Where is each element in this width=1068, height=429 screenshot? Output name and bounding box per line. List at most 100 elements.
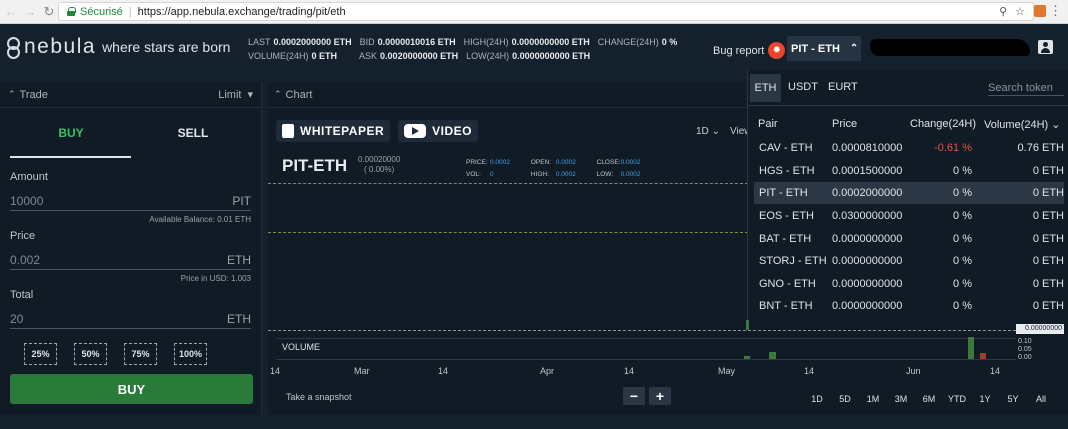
- col-header-volume[interactable]: Volume(24H) ⌄: [984, 118, 1060, 131]
- pair-selector[interactable]: PIT - ETH ⌃: [787, 36, 861, 61]
- price-value[interactable]: 0.002: [10, 253, 40, 267]
- pair-name: HGS - ETH: [759, 165, 815, 177]
- volume-tick: 0.10: [1018, 338, 1032, 345]
- search-token-input[interactable]: Search token: [988, 82, 1064, 96]
- back-icon[interactable]: ←: [3, 4, 19, 19]
- pair-change: 0 %: [953, 300, 972, 312]
- video-button[interactable]: VIDEO: [398, 120, 478, 142]
- chevron-down-icon: ⌄: [1051, 119, 1061, 131]
- bug-report-label: Bug report: [713, 44, 765, 57]
- pair-row[interactable]: STORJ - ETH 0.0000000000 0 % 0 ETH: [754, 250, 1064, 272]
- star-icon[interactable]: ☆: [1015, 5, 1025, 18]
- percent-25-button[interactable]: 25%: [24, 343, 57, 365]
- bug-report-button[interactable]: Bug report ✹: [713, 42, 786, 59]
- pair-row[interactable]: GNO - ETH 0.0000000000 0 % 0 ETH: [754, 273, 1064, 295]
- pair-price: 0.0000000000: [832, 233, 903, 245]
- browser-toolbar: ← → ↻ Sécurisé | https://app.nebula.exch…: [0, 0, 1068, 24]
- forward-icon[interactable]: →: [22, 4, 38, 19]
- percent-100-button[interactable]: 100%: [174, 343, 207, 365]
- interval-select[interactable]: 1D ⌄: [696, 126, 720, 137]
- pair-change: 0 %: [953, 233, 972, 245]
- tab-eurt[interactable]: EURT: [828, 81, 858, 93]
- address-bar[interactable]: Sécurisé | https://app.nebula.exchange/t…: [58, 2, 1034, 21]
- amount-label: Amount: [10, 171, 48, 183]
- whitepaper-button[interactable]: WHITEPAPER: [276, 120, 391, 142]
- zoom-out-button[interactable]: −: [623, 387, 645, 405]
- ohlc-low-label: LOW:: [596, 171, 614, 178]
- x-tick: 14: [804, 366, 815, 376]
- ohlc-open-label: OPEN:: [530, 159, 552, 166]
- logo-icon: [6, 37, 20, 59]
- menu-icon[interactable]: ⋮: [1049, 3, 1062, 19]
- range-3m-button[interactable]: 3M: [887, 394, 915, 404]
- brand-name: nebula: [24, 35, 97, 58]
- range-5y-button[interactable]: 5Y: [999, 394, 1027, 404]
- pair-row[interactable]: EOS - ETH 0.0300000000 0 % 0 ETH: [754, 205, 1064, 227]
- tab-usdt[interactable]: USDT: [788, 81, 818, 93]
- extension-icon[interactable]: [1034, 5, 1046, 17]
- tab-eth[interactable]: ETH: [750, 74, 781, 102]
- range-all-button[interactable]: All: [1027, 394, 1055, 404]
- quote-tabs: ETH USDT EURT Search token: [748, 70, 1068, 106]
- pair-row[interactable]: BNT - ETH 0.0000000000 0 % 0 ETH: [754, 295, 1064, 317]
- tab-sell[interactable]: SELL: [132, 126, 254, 140]
- buy-sell-tabs: BUY SELL: [0, 108, 261, 158]
- pair-row-selected[interactable]: PIT - ETH 0.0002000000 0 % 0 ETH: [754, 182, 1064, 204]
- pair-price: 0.0000810000: [832, 142, 903, 154]
- range-1d-button[interactable]: 1D: [803, 394, 831, 404]
- total-label: Total: [10, 289, 34, 301]
- range-1y-button[interactable]: 1Y: [971, 394, 999, 404]
- x-tick: Mar: [354, 366, 370, 376]
- pair-change: 0 %: [953, 278, 972, 290]
- pair-row[interactable]: BAT - ETH 0.0000000000 0 % 0 ETH: [754, 228, 1064, 250]
- range-6m-button[interactable]: 6M: [915, 394, 943, 404]
- range-1m-button[interactable]: 1M: [859, 394, 887, 404]
- user-icon[interactable]: [1038, 40, 1053, 54]
- price-field[interactable]: 0.002 ETH: [10, 250, 251, 270]
- x-tick: 14: [270, 366, 281, 376]
- pair-volume: 0 ETH: [1032, 300, 1064, 312]
- pair-volume: 0 ETH: [1032, 278, 1064, 290]
- chevron-up-icon[interactable]: ⌃: [274, 89, 282, 100]
- pair-row[interactable]: HGS - ETH 0.0001500000 0 % 0 ETH: [754, 160, 1064, 182]
- amount-value[interactable]: 10000: [10, 194, 43, 208]
- x-tick: Jun: [906, 366, 921, 376]
- pair-row[interactable]: CAV - ETH 0.0000810000 -0.61 % 0.76 ETH: [754, 137, 1064, 159]
- col-header-price[interactable]: Price: [832, 118, 857, 130]
- caret-down-icon[interactable]: ▾: [247, 88, 253, 101]
- col-header-change[interactable]: Change(24H): [910, 118, 976, 130]
- pair-volume: 0 ETH: [1032, 210, 1064, 222]
- price-in-usd: Price in USD: 1.003: [180, 274, 251, 283]
- range-ytd-button[interactable]: YTD: [943, 394, 971, 404]
- ohlc-open: 0.0002: [555, 159, 576, 166]
- amount-field[interactable]: 10000 PIT: [10, 191, 251, 211]
- key-icon[interactable]: ⚲: [999, 5, 1007, 18]
- buy-button[interactable]: BUY: [10, 374, 253, 404]
- volume-bar: [980, 353, 986, 359]
- total-value[interactable]: 20: [10, 312, 23, 326]
- amount-unit: PIT: [232, 193, 251, 208]
- pair-change: 0 %: [953, 165, 972, 177]
- bug-icon: ✹: [768, 42, 786, 59]
- stat-label-volume: VOLUME(24H): [248, 51, 309, 61]
- whitepaper-label: WHITEPAPER: [300, 124, 385, 138]
- stat-ask: 0.0020000000 ETH: [380, 51, 459, 61]
- separator: |: [128, 5, 132, 18]
- zoom-in-button[interactable]: +: [649, 387, 671, 405]
- tab-buy[interactable]: BUY: [10, 126, 132, 140]
- percent-50-button[interactable]: 50%: [74, 343, 107, 365]
- total-field[interactable]: 20 ETH: [10, 309, 251, 329]
- range-5d-button[interactable]: 5D: [831, 394, 859, 404]
- stat-label-ask: ASK: [359, 51, 378, 61]
- snapshot-button[interactable]: Take a snapshot: [286, 392, 352, 402]
- video-label: VIDEO: [432, 124, 472, 138]
- pair-change: 0 %: [953, 255, 972, 267]
- logo[interactable]: nebula where stars are born: [6, 35, 230, 59]
- pair-name: CAV - ETH: [759, 142, 813, 154]
- chevron-up-icon[interactable]: ⌃: [8, 89, 16, 100]
- reload-icon[interactable]: ↻: [41, 4, 57, 20]
- col-header-pair[interactable]: Pair: [758, 118, 778, 130]
- url-text[interactable]: https://app.nebula.exchange/trading/pit/…: [138, 6, 346, 18]
- percent-75-button[interactable]: 75%: [124, 343, 157, 365]
- order-type-select[interactable]: Limit: [218, 89, 241, 101]
